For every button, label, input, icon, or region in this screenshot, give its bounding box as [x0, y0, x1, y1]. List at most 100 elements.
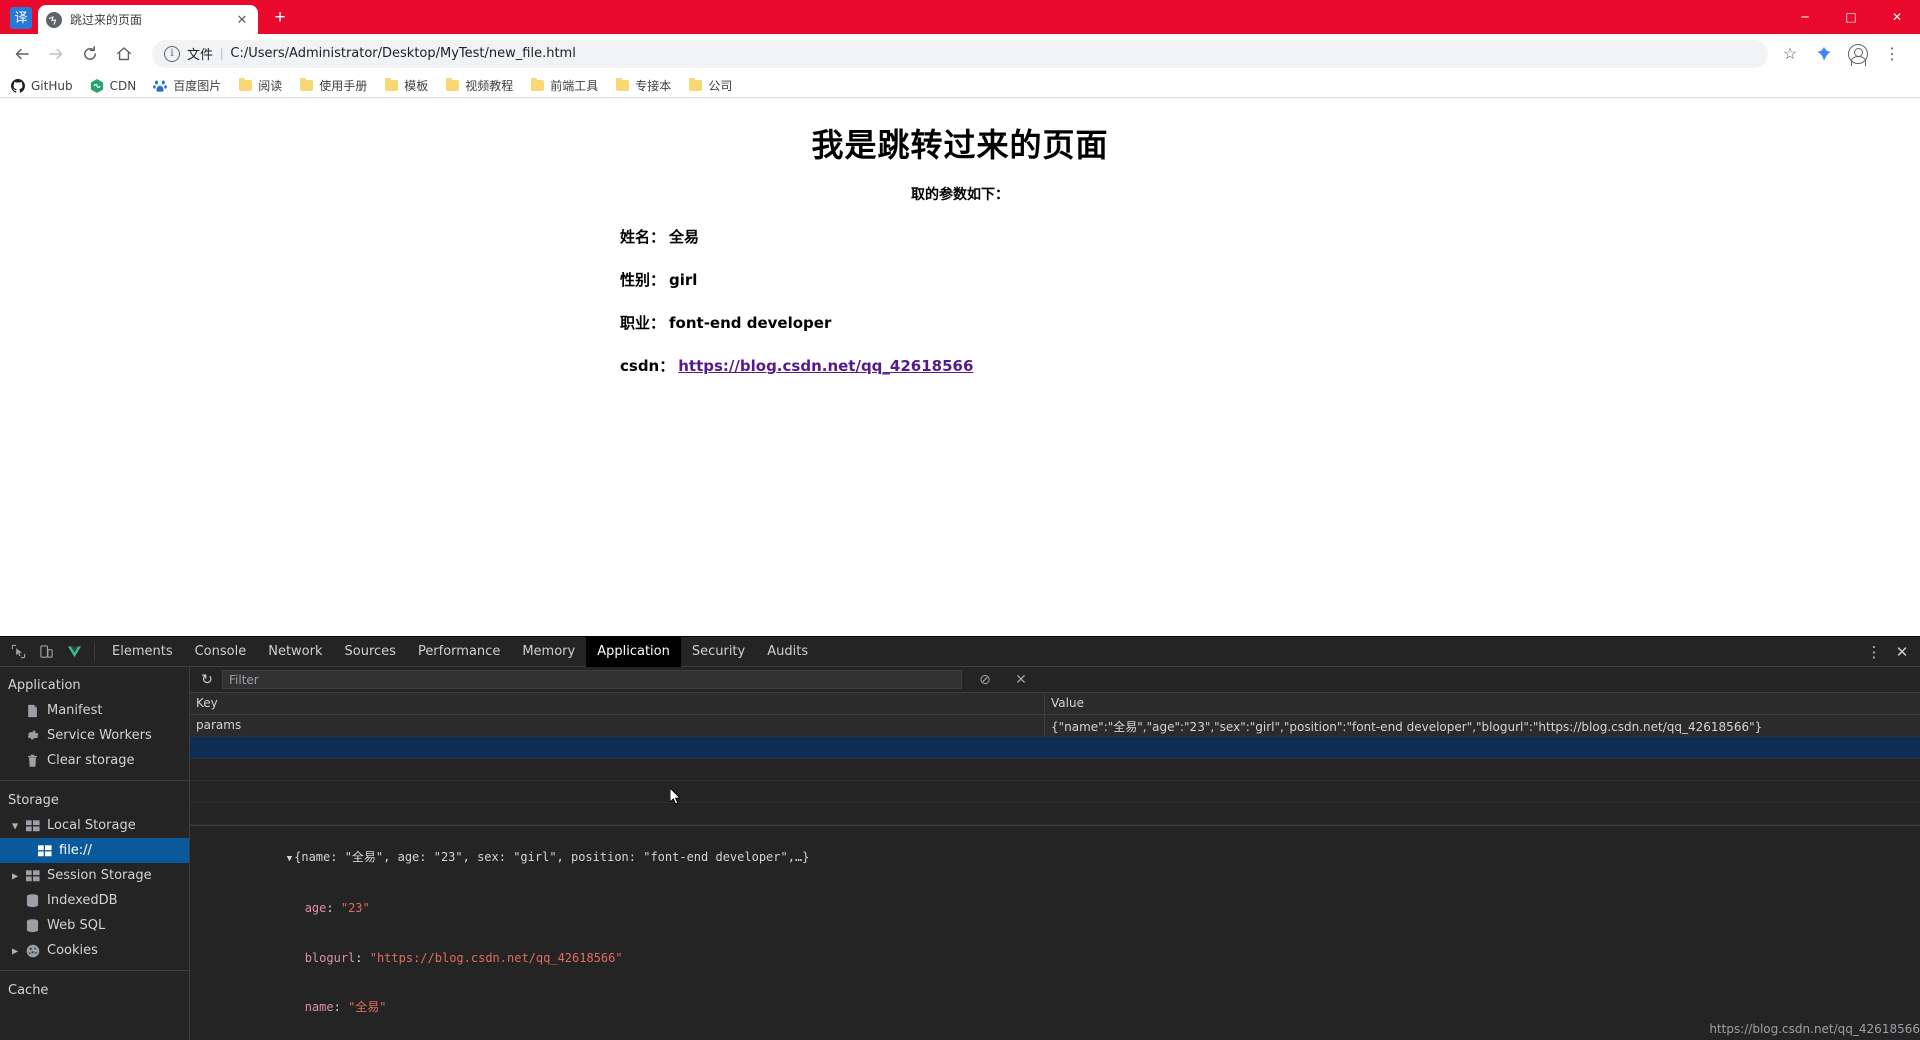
bookmark-label: 使用手册 [319, 79, 368, 93]
page-subtitle: 取的参数如下： [911, 187, 1009, 203]
sidebar-item-label: file:// [59, 843, 92, 858]
page-info-icon[interactable]: i [164, 45, 180, 62]
sidebar-item-label: Local Storage [47, 818, 136, 833]
bookmark-folder-reading[interactable]: 阅读 [237, 77, 282, 94]
browser-toolbar: i 文件 | C:/Users/Administrator/Desktop/My… [0, 34, 1920, 74]
param-label: 性别： [620, 271, 666, 289]
bookmark-folder-video-tutorials[interactable]: 视频教程 [444, 77, 513, 94]
bookmark-baidu-images[interactable]: 百度图片 [152, 77, 221, 94]
reload-icon[interactable] [76, 40, 104, 68]
translate-extension-badge[interactable]: 译 [10, 7, 32, 29]
sidebar-item-cookies[interactable]: ▶ Cookies [0, 938, 189, 963]
bookmark-folder-templates[interactable]: 模板 [383, 77, 428, 94]
clear-all-icon[interactable]: ⊘ [972, 669, 998, 691]
devtools-tab-sources[interactable]: Sources [334, 637, 407, 667]
param-label: csdn： [620, 357, 675, 375]
devtools-more-menu-icon[interactable]: ⋮ [1860, 639, 1888, 665]
devtools-close-icon[interactable]: ✕ [1888, 639, 1916, 665]
delete-selected-icon[interactable]: ✕ [1008, 669, 1034, 691]
sidebar-item-label: IndexedDB [47, 893, 118, 908]
bookmark-cdn[interactable]: CDN [89, 78, 136, 94]
sidebar-item-file-origin[interactable]: file:// [0, 838, 189, 863]
devtools-tab-console[interactable]: Console [184, 637, 258, 667]
bookmark-folder-frontend-tools[interactable]: 前端工具 [529, 77, 598, 94]
vue-devtools-icon[interactable] [60, 639, 88, 665]
devtools-tabbar: Elements Console Network Sources Perform… [0, 636, 1920, 667]
folder-icon [298, 77, 314, 94]
sidebar-section-application: Application [8, 678, 81, 693]
sidebar-item-session-storage[interactable]: ▶ Session Storage [0, 863, 189, 888]
close-window-button[interactable]: ✕ [1874, 0, 1920, 34]
cell-key: params [190, 715, 1045, 736]
table-row-blank[interactable] [190, 759, 1920, 781]
sidebar-item-label: Manifest [47, 703, 103, 718]
table-row-blank[interactable] [190, 781, 1920, 803]
column-header-value[interactable]: Value [1045, 693, 1920, 714]
storage-toolbar: ↻ Filter ⊘ ✕ [190, 667, 1920, 693]
bookmark-label: 视频教程 [465, 79, 514, 93]
table-row-blank[interactable] [190, 803, 1920, 825]
filter-input[interactable]: Filter [222, 670, 962, 689]
browser-window: 译 跳过来的页面 ✕ + ─ □ ✕ i 文件 | C:/Users/Admin… [0, 0, 1920, 1040]
maximize-button[interactable]: □ [1828, 0, 1874, 34]
preview-summary-line[interactable]: ▼ {name: "全易", age: "23", sex: "girl", po… [200, 832, 1920, 884]
address-bar[interactable]: i 文件 | C:/Users/Administrator/Desktop/My… [152, 39, 1768, 68]
sidebar-item-indexeddb[interactable]: IndexedDB [0, 888, 189, 913]
browser-tab-active[interactable]: 跳过来的页面 ✕ [38, 5, 258, 34]
extension-icon[interactable] [1810, 40, 1838, 68]
tab-close-icon[interactable]: ✕ [234, 12, 250, 28]
toolbar-divider [94, 642, 95, 661]
csdn-blog-link[interactable]: https://blog.csdn.net/qq_42618566 [678, 357, 973, 375]
bookmark-folder-company[interactable]: 公司 [687, 77, 732, 94]
trash-icon [24, 754, 41, 768]
chevron-down-icon[interactable]: ▼ [12, 821, 18, 830]
preview-summary: {name: "全易", age: "23", sex: "girl", pos… [294, 849, 810, 864]
sidebar-item-manifest[interactable]: Manifest [0, 698, 189, 723]
sidebar-item-web-sql[interactable]: Web SQL [0, 913, 189, 938]
bookmark-folder-manual[interactable]: 使用手册 [298, 77, 367, 94]
home-icon[interactable] [110, 40, 138, 68]
chrome-menu-icon[interactable]: ⋮ [1878, 40, 1906, 68]
url-scheme-label: 文件 [187, 48, 214, 63]
github-icon [10, 78, 26, 94]
back-icon[interactable] [8, 40, 36, 68]
sidebar-item-service-workers[interactable]: Service Workers [0, 723, 189, 748]
inspect-element-icon[interactable] [4, 639, 32, 665]
bookmark-folder-special[interactable]: 专接本 [614, 77, 671, 94]
bookmark-star-icon[interactable]: ☆ [1776, 40, 1804, 68]
param-label: 职业： [620, 314, 666, 332]
new-tab-button[interactable]: + [266, 3, 294, 31]
devtools-tabbar-actions: ⋮ ✕ [1860, 637, 1916, 667]
profile-avatar-icon[interactable] [1844, 40, 1872, 68]
document-icon [24, 704, 41, 718]
devtools-tab-elements[interactable]: Elements [101, 637, 184, 667]
devtools-tab-network[interactable]: Network [257, 637, 333, 667]
minimize-button[interactable]: ─ [1782, 0, 1828, 34]
chevron-down-icon[interactable]: ▼ [287, 854, 292, 864]
preview-property-name: name: "全易" [304, 1000, 387, 1014]
gear-icon [24, 729, 41, 743]
forward-icon[interactable] [42, 40, 70, 68]
folder-icon [614, 77, 630, 94]
tab-title: 跳过来的页面 [70, 13, 143, 27]
table-icon [24, 819, 41, 832]
table-row[interactable]: params {"name":"全易","age":"23","sex":"gi… [190, 715, 1920, 737]
table-row-selected-empty[interactable] [190, 737, 1920, 759]
sidebar-item-local-storage[interactable]: ▼ Local Storage [0, 813, 189, 838]
toggle-device-toolbar-icon[interactable] [32, 639, 60, 665]
sidebar-item-clear-storage[interactable]: Clear storage [0, 748, 189, 773]
devtools-tab-application[interactable]: Application [586, 636, 681, 667]
devtools-tab-audits[interactable]: Audits [756, 637, 819, 667]
sidebar-item-label: Service Workers [47, 728, 152, 743]
devtools-tab-security[interactable]: Security [681, 637, 756, 667]
sidebar-item-label: Cookies [47, 943, 98, 958]
refresh-icon[interactable]: ↻ [196, 669, 218, 691]
devtools-tab-memory[interactable]: Memory [511, 637, 586, 667]
sidebar-divider [0, 970, 189, 971]
chevron-right-icon[interactable]: ▶ [12, 946, 18, 955]
bookmark-github[interactable]: GitHub [10, 78, 73, 94]
column-header-key[interactable]: Key [190, 693, 1045, 714]
chevron-right-icon[interactable]: ▶ [12, 871, 18, 880]
toolbar-right-actions: ☆ ⋮ [1776, 40, 1912, 68]
devtools-tab-performance[interactable]: Performance [407, 637, 511, 667]
